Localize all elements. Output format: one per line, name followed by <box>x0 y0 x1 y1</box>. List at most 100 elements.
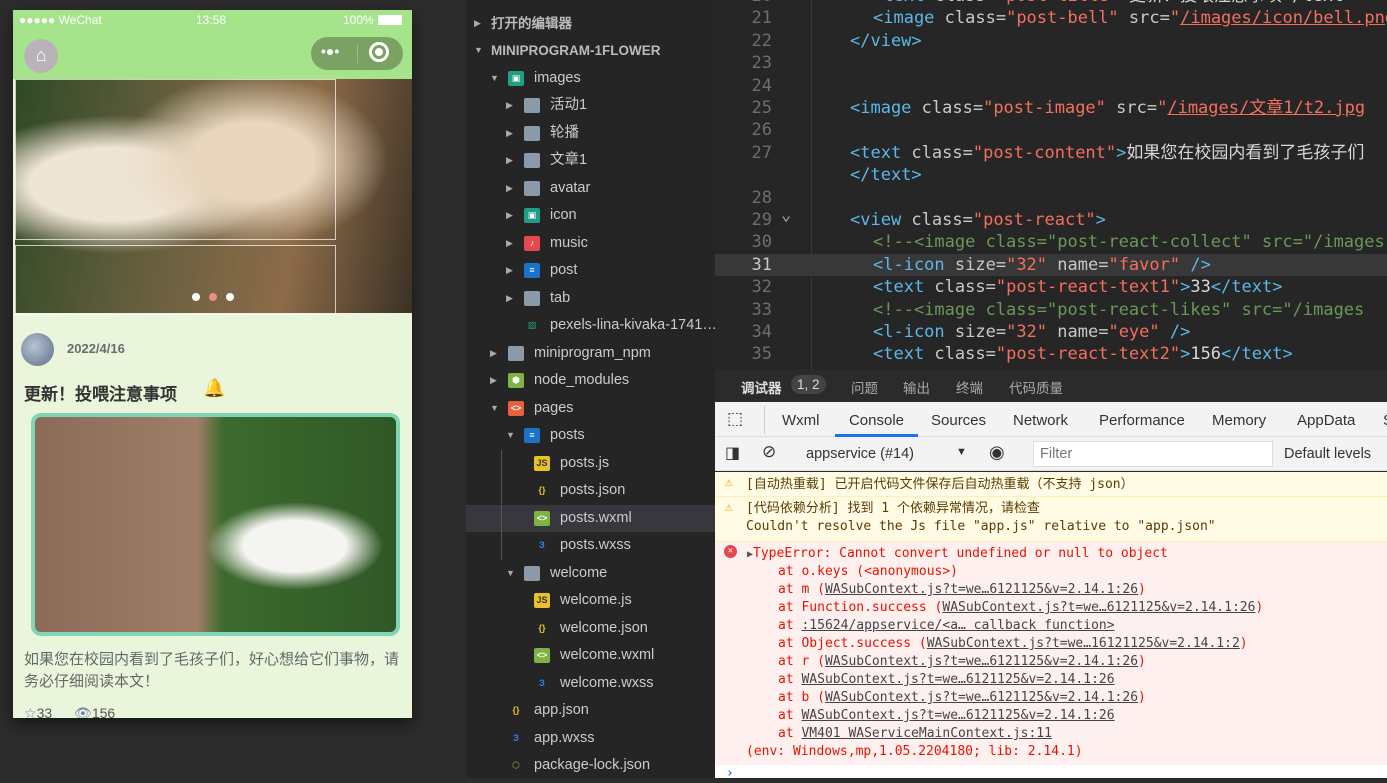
chevron-right-icon[interactable]: ▶ <box>506 92 513 120</box>
code-line[interactable]: 22 </view> <box>715 30 1387 52</box>
chevron-right-icon[interactable]: ▶ <box>506 257 513 285</box>
code-line[interactable]: 31 <l-icon size="32" name="favor" /> <box>715 253 1387 277</box>
home-icon[interactable]: ⌂ <box>24 39 58 73</box>
tree-item[interactable]: <> posts.wxml <box>466 504 715 532</box>
close-mini-program-icon[interactable] <box>369 42 389 62</box>
tree-item[interactable]: ▼ ▣ images <box>466 65 715 93</box>
code-line[interactable]: 21 <image class="post-bell" src="/images/… <box>715 7 1387 29</box>
chevron-down-icon[interactable]: ▼ <box>490 395 499 423</box>
tab-output[interactable]: 输出 <box>903 377 930 397</box>
tree-item[interactable]: ▶ ▣ icon <box>466 202 715 230</box>
code-line[interactable]: 27 <text class="post-content">如果您在校园内看到了毛… <box>715 142 1387 164</box>
stack-frame[interactable]: at WASubContext.js?t=we…6121125&v=2.14.1… <box>778 707 1387 725</box>
stack-frame[interactable]: at Object.success (WASubContext.js?t=we…… <box>778 635 1387 653</box>
explorer-section[interactable]: ▶ 打开的编辑器 <box>466 10 715 38</box>
tree-item[interactable]: Зposts.wxss <box>466 532 715 560</box>
code-line[interactable]: 20 <text class="post-title">更新！投喂注意事项</te… <box>715 0 1387 7</box>
tree-item[interactable]: {} posts.json <box>466 477 715 505</box>
tree-item[interactable]: ▶ 活动1 <box>466 92 715 120</box>
tab-terminal[interactable]: 终端 <box>956 377 983 397</box>
stack-frame[interactable]: at m (WASubContext.js?t=we…6121125&v=2.1… <box>778 581 1387 599</box>
tree-item[interactable]: Зwelcome.wxss <box>466 670 715 698</box>
eye-icon[interactable]: 👁 <box>74 705 92 718</box>
stack-frame[interactable]: at r (WASubContext.js?t=we…6121125&v=2.1… <box>778 653 1387 671</box>
stack-frame[interactable]: at o.keys (<anonymous>) <box>778 563 1387 581</box>
tree-item[interactable]: ▶ 文章1 <box>466 147 715 175</box>
error-message[interactable]: ▶TypeError: Cannot convert undefined or … <box>747 545 1387 563</box>
stack-frame-link[interactable]: :15624/appservice/<a… callback function> <box>801 618 1114 633</box>
tree-item[interactable]: ▶ miniprogram_npm <box>466 340 715 368</box>
code-line[interactable]: 32 <text class="post-react-text1">33</tex… <box>715 276 1387 298</box>
tree-item[interactable]: ▶ 轮播 <box>466 120 715 148</box>
tree-item[interactable]: ▼ ≡ posts <box>466 422 715 450</box>
sidebar-toggle-icon[interactable]: ◨ <box>725 443 740 463</box>
stack-frame-link[interactable]: WASubContext.js?t=we…6121125&v=2.14.1:26 <box>825 690 1138 705</box>
star-icon[interactable]: ☆ <box>24 705 37 718</box>
chevron-down-icon[interactable]: ▼ <box>956 446 967 458</box>
tree-item[interactable]: JS welcome.js <box>466 587 715 615</box>
tree-item[interactable]: ▶ avatar <box>466 175 715 203</box>
stack-frame[interactable]: at b (WASubContext.js?t=we…6121125&v=2.1… <box>778 689 1387 707</box>
fold-chevron-icon[interactable]: ⌄ <box>781 204 791 226</box>
chevron-right-icon[interactable]: ▶ <box>506 120 513 148</box>
stack-frame-link[interactable]: WASubContext.js?t=we…6121125&v=2.14.1:26 <box>801 672 1114 687</box>
chevron-down-icon[interactable]: ▼ <box>474 37 483 65</box>
tree-item[interactable]: ▨ pexels-lina-kivaka-1741… <box>466 312 717 340</box>
chevron-down-icon[interactable]: ▼ <box>506 422 515 450</box>
chevron-right-icon[interactable]: ▶ <box>506 230 513 258</box>
explorer-section[interactable]: ▼ MINIPROGRAM-1FLOWER <box>466 37 715 65</box>
code-line[interactable]: 29 ⌄ <view class="post-react"> <box>715 205 1387 231</box>
stack-frame-link[interactable]: WASubContext.js?t=we…6121125&v=2.14.1:26 <box>825 654 1138 669</box>
tree-item[interactable]: ▶ ⬢ node_modules <box>466 367 715 395</box>
code-line[interactable]: 24 <box>715 75 1387 97</box>
context-select[interactable]: appservice (#14) <box>806 446 914 462</box>
tab-wxml[interactable]: Wxml <box>782 412 820 429</box>
tree-item[interactable]: JS posts.js <box>466 450 715 478</box>
tab-overflow[interactable]: S <box>1383 412 1387 429</box>
tree-item[interactable]: ▶ tab <box>466 285 715 313</box>
inspect-element-icon[interactable]: ⬚ <box>727 409 743 429</box>
tree-item[interactable]: ▶ ♪ music <box>466 230 715 258</box>
stack-frame[interactable]: at Function.success (WASubContext.js?t=w… <box>778 599 1387 617</box>
tab-network[interactable]: Network <box>1013 412 1068 429</box>
tab-sources[interactable]: Sources <box>931 412 986 429</box>
tree-item[interactable]: ▼ welcome <box>466 560 715 588</box>
code-line[interactable]: 28 <box>715 187 1387 209</box>
tree-item[interactable]: ▶ ≡ post <box>466 257 715 285</box>
stack-frame[interactable]: at VM401 WAServiceMainContext.js:11 <box>778 725 1387 743</box>
log-levels-select[interactable]: Default levels <box>1284 446 1371 462</box>
tree-item[interactable]: <> welcome.wxml <box>466 642 715 670</box>
post-card[interactable]: 2022/4/16 更新！投喂注意事项 🔔 如果您在校园内看到了毛孩子们，好心想… <box>15 323 412 718</box>
tree-item[interactable]: ⬡ package-lock.json <box>466 752 715 780</box>
chevron-right-icon[interactable]: ▶ <box>490 340 497 368</box>
tree-item[interactable]: {} app.json <box>466 697 715 725</box>
code-line[interactable]: 34 <l-icon size="32" name="eye" /> <box>715 321 1387 343</box>
stack-frame-link[interactable]: WASubContext.js?t=we…6121125&v=2.14.1:26 <box>942 600 1255 615</box>
tree-item[interactable]: {} welcome.json <box>466 615 715 643</box>
banner-swiper[interactable] <box>15 79 412 315</box>
stack-frame[interactable]: at :15624/appservice/<a… callback functi… <box>778 617 1387 635</box>
tab-appdata[interactable]: AppData <box>1297 412 1355 429</box>
code-editor[interactable]: 20<text class="post-title">更新！投喂注意事项</te… <box>715 0 1387 370</box>
tab-console[interactable]: Console <box>835 402 918 437</box>
console-prompt[interactable]: › <box>715 765 1387 783</box>
tab-performance[interactable]: Performance <box>1099 412 1185 429</box>
stack-frame-link[interactable]: WASubContext.js?t=we…6121125&v=2.14.1:26 <box>801 708 1114 723</box>
more-icon[interactable]: •●• <box>321 43 339 59</box>
chevron-right-icon[interactable]: ▶ <box>506 175 513 203</box>
chevron-down-icon[interactable]: ▼ <box>490 65 499 93</box>
stack-frame-link[interactable]: WASubContext.js?t=we…6121125&v=2.14.1:26 <box>825 582 1138 597</box>
tree-item[interactable]: ▼ <> pages <box>466 395 715 423</box>
eye-icon[interactable]: ◉ <box>989 442 1005 463</box>
code-line[interactable]: 26 <box>715 119 1387 141</box>
chevron-right-icon[interactable]: ▶ <box>506 285 513 313</box>
clear-console-icon[interactable]: ⊘ <box>762 442 776 462</box>
code-line[interactable]: 33 <!--<image class="post-react-likes" sr… <box>715 299 1387 321</box>
tab-problems[interactable]: 问题 <box>851 377 878 397</box>
stack-frame-link[interactable]: VM401 WAServiceMainContext.js:11 <box>801 726 1051 741</box>
chevron-right-icon[interactable]: ▶ <box>506 202 513 230</box>
tab-memory[interactable]: Memory <box>1212 412 1266 429</box>
code-line[interactable]: 25 <image class="post-image" src="/images… <box>715 97 1387 119</box>
tab-code-quality[interactable]: 代码质量 <box>1009 377 1063 397</box>
chevron-down-icon[interactable]: ▼ <box>506 560 515 588</box>
